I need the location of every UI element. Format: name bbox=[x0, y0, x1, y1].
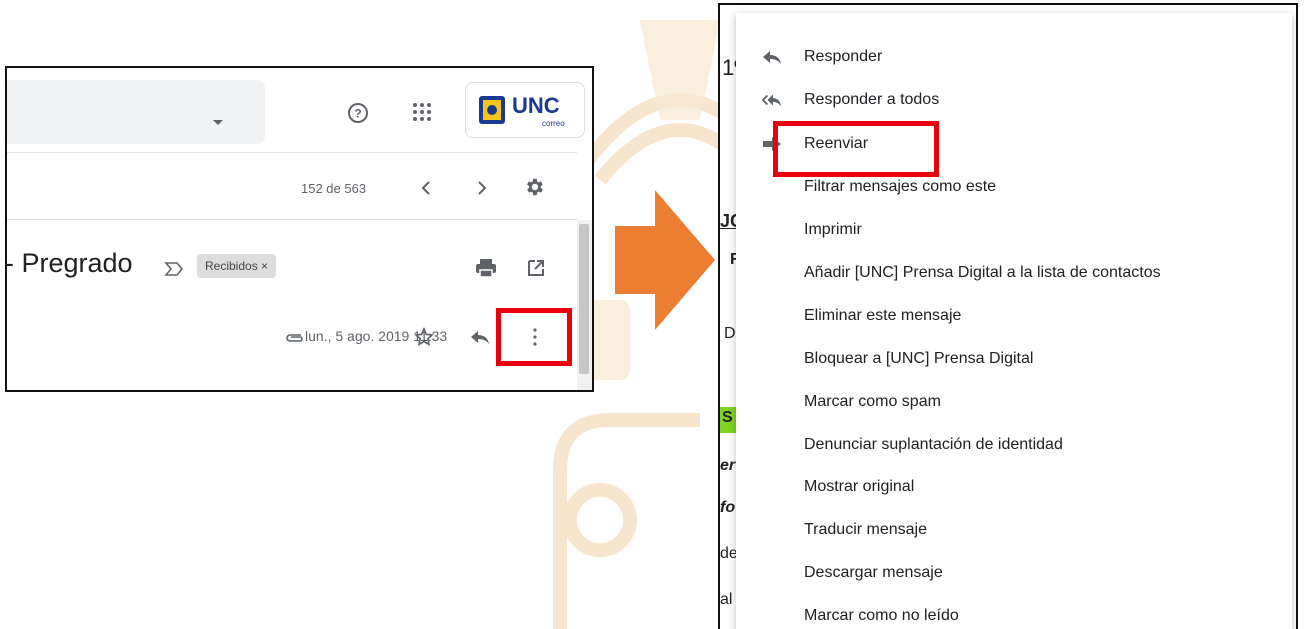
divider bbox=[7, 219, 577, 220]
open-in-new-window-icon[interactable] bbox=[526, 258, 546, 278]
orange-arrow-icon bbox=[615, 190, 715, 330]
menu-item-phishing[interactable]: Denunciar suplantación de identidad bbox=[736, 425, 1292, 465]
background-text-fragment: er bbox=[720, 457, 736, 474]
menu-item-block[interactable]: Bloquear a [UNC] Prensa Digital bbox=[736, 339, 1292, 379]
forward-highlight bbox=[773, 121, 939, 177]
message-more-options-panel: 1º JC R D S er fo de al Responder Respon… bbox=[718, 3, 1298, 629]
scrollbar[interactable] bbox=[577, 220, 592, 390]
important-marker-icon[interactable] bbox=[164, 260, 184, 278]
pagination-count: 152 de 563 bbox=[301, 181, 367, 196]
menu-item-delete[interactable]: Eliminar este mensaje bbox=[736, 296, 1292, 336]
menu-item-print[interactable]: Imprimir bbox=[736, 210, 1292, 250]
menu-item-label: Eliminar este mensaje bbox=[804, 307, 962, 324]
unc-logo-text: UNC bbox=[512, 93, 560, 118]
menu-item-label: Mostrar original bbox=[804, 478, 915, 495]
apps-grid-icon[interactable] bbox=[411, 101, 433, 123]
svg-text:?: ? bbox=[354, 107, 361, 121]
email-subject: - Pregrado bbox=[5, 248, 133, 278]
inbox-label-chip[interactable]: Recibidos × bbox=[197, 254, 277, 278]
menu-item-label: Responder a todos bbox=[804, 91, 940, 108]
menu-item-label: Responder bbox=[804, 48, 883, 65]
more-vertical-icon[interactable] bbox=[533, 328, 537, 346]
menu-item-reply-all[interactable]: Responder a todos bbox=[736, 80, 1292, 120]
help-icon[interactable]: ? bbox=[347, 102, 369, 124]
attachment-icon bbox=[286, 334, 303, 342]
menu-item-add-contact[interactable]: Añadir [UNC] Prensa Digital a la lista d… bbox=[736, 253, 1292, 293]
background-text-fragment: al bbox=[720, 591, 733, 608]
background-text-fragment: D bbox=[724, 325, 736, 342]
menu-item-reply[interactable]: Responder bbox=[736, 37, 1292, 77]
menu-item-translate[interactable]: Traducir mensaje bbox=[736, 510, 1292, 550]
chevron-right-icon[interactable] bbox=[475, 178, 489, 198]
menu-item-label: Marcar como no leído bbox=[804, 607, 959, 624]
menu-item-label: Imprimir bbox=[804, 221, 862, 238]
gmail-message-panel: ? UNC correo 152 de 563 - Pregrado Recib… bbox=[5, 66, 594, 392]
unc-crest-icon bbox=[479, 96, 505, 124]
search-options-caret-icon[interactable] bbox=[213, 120, 223, 125]
reply-icon[interactable] bbox=[470, 329, 490, 345]
background-text-fragment: fo bbox=[720, 499, 736, 516]
scrollbar-thumb[interactable] bbox=[579, 224, 589, 374]
menu-item-download[interactable]: Descargar mensaje bbox=[736, 553, 1292, 593]
menu-item-label: Añadir [UNC] Prensa Digital a la lista d… bbox=[804, 264, 1161, 281]
menu-item-show-original[interactable]: Mostrar original bbox=[736, 467, 1292, 507]
divider bbox=[7, 152, 577, 153]
unc-account-logo[interactable]: UNC correo bbox=[465, 82, 585, 138]
background-text-fragment: S bbox=[722, 409, 733, 426]
reply-icon bbox=[763, 51, 781, 64]
print-icon[interactable] bbox=[475, 258, 497, 278]
menu-item-label: Traducir mensaje bbox=[804, 521, 928, 538]
menu-item-label: Bloquear a [UNC] Prensa Digital bbox=[804, 350, 1034, 367]
menu-item-label: Marcar como spam bbox=[804, 393, 941, 410]
menu-item-spam[interactable]: Marcar como spam bbox=[736, 382, 1292, 422]
menu-item-label: Filtrar mensajes como este bbox=[804, 178, 997, 195]
gear-icon[interactable] bbox=[523, 176, 545, 198]
menu-item-label: Denunciar suplantación de identidad bbox=[804, 436, 1063, 453]
unc-logo-subtitle: correo bbox=[542, 119, 565, 128]
menu-item-label: Descargar mensaje bbox=[804, 564, 943, 581]
reply-all-icon bbox=[762, 94, 782, 107]
more-options-menu: Responder Responder a todos Reenviar Fil… bbox=[736, 13, 1292, 629]
chevron-left-icon[interactable] bbox=[419, 178, 433, 198]
menu-item-mark-unread[interactable]: Marcar como no leído bbox=[736, 596, 1292, 629]
search-box[interactable] bbox=[7, 80, 265, 144]
star-icon[interactable] bbox=[414, 327, 434, 347]
